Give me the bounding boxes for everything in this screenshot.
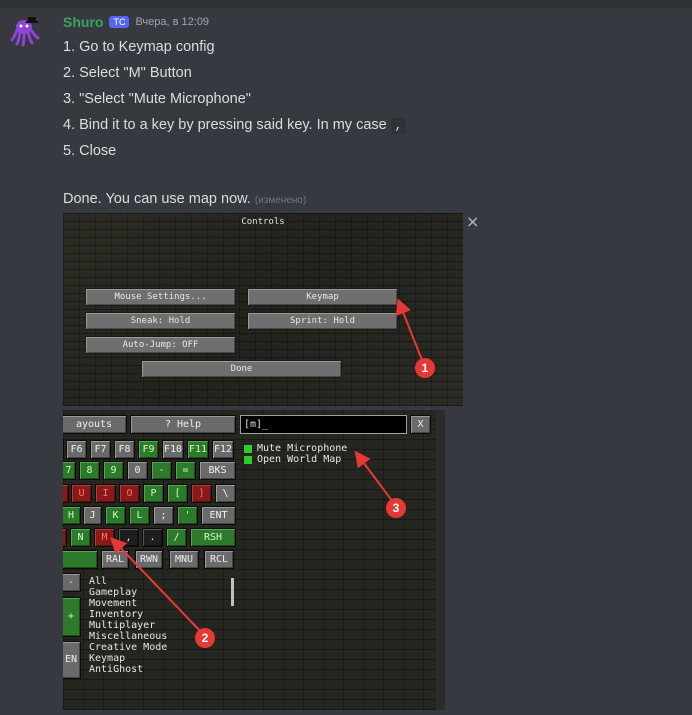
annotation-badge-2: 2 [195, 628, 215, 648]
category-antighost[interactable]: AntiGhost [89, 664, 143, 675]
key-left-bracket[interactable]: [ [167, 484, 188, 503]
key-n[interactable]: N [70, 528, 91, 547]
annotation-badge-1: 1 [415, 358, 435, 378]
key-m[interactable]: M [94, 528, 115, 547]
layouts-button[interactable]: ayouts [63, 415, 127, 434]
key-right-shift[interactable]: RSH [190, 528, 236, 547]
key-right-bracket[interactable]: ] [191, 484, 212, 503]
category-gameplay[interactable]: Gameplay [89, 587, 137, 598]
sprint-button[interactable]: Sprint: Hold [247, 312, 398, 330]
timestamp: Вчера, в 12:09 [135, 16, 210, 28]
result-open-world-map[interactable]: Open World Map [244, 454, 341, 465]
key-f6[interactable]: F6 [66, 440, 87, 459]
key-semicolon[interactable]: ; [153, 506, 174, 525]
search-close-button[interactable]: X [410, 415, 431, 434]
message-line-1: 1. Go to Keymap config [63, 39, 215, 55]
message-line-3: 3. "Select "Mute Microphone" [63, 91, 251, 107]
keymap-screenshot[interactable]: ayouts ? Help [m]_ X F6 F7 F8 F9 F10 F11… [63, 410, 445, 710]
key-9[interactable]: 9 [103, 461, 124, 480]
key-l[interactable]: L [129, 506, 150, 525]
key-right-win[interactable]: RWN [135, 550, 163, 569]
category-multiplayer[interactable]: Multiplayer [89, 620, 155, 631]
key-right-alt[interactable]: RAL [101, 550, 129, 569]
chat-message: Shuro TC Вчера, в 12:09 1. Go to Keymap … [0, 0, 692, 715]
message-line-4: 4. Bind it to a key by pressing said key… [63, 117, 406, 134]
username[interactable]: Shuro [63, 14, 103, 30]
key-j[interactable]: J [83, 506, 102, 525]
bound-indicator-icon [244, 455, 252, 464]
category-inventory[interactable]: Inventory [89, 609, 143, 620]
category-movement[interactable]: Movement [89, 598, 137, 609]
done-text: Done. You can use map now. [63, 191, 251, 207]
controls-title: Controls [241, 217, 285, 227]
message-line-5: 5. Close [63, 143, 117, 159]
key-f7[interactable]: F7 [90, 440, 111, 459]
key-f11[interactable]: F11 [187, 440, 209, 459]
sneak-button[interactable]: Sneak: Hold [85, 312, 236, 330]
avatar[interactable] [8, 14, 42, 48]
key-comma[interactable]: , [118, 528, 139, 547]
key-backslash[interactable]: \ [215, 484, 236, 503]
key-u[interactable]: U [71, 484, 92, 503]
key-o[interactable]: O [119, 484, 140, 503]
category-keymap[interactable]: Keymap [89, 653, 125, 664]
octopus-avatar-icon [8, 14, 42, 48]
key-right-ctrl[interactable]: RCL [204, 550, 234, 569]
help-button[interactable]: ? Help [130, 415, 236, 434]
search-input[interactable]: [m]_ [240, 415, 407, 434]
key-f12[interactable]: F12 [212, 440, 234, 459]
message-done-line: Done. You can use map now. (изменено) [63, 191, 306, 207]
annotation-badge-3: 3 [386, 498, 406, 518]
key-f9[interactable]: F9 [138, 440, 159, 459]
key-p[interactable]: P [143, 484, 164, 503]
category-scrollbar[interactable] [231, 578, 234, 606]
key-f5-partial[interactable] [63, 440, 64, 459]
user-tag-badge: TC [109, 16, 130, 28]
result-label: Mute Microphone [257, 443, 348, 454]
key-period[interactable]: . [142, 528, 163, 547]
key-b-partial[interactable] [63, 528, 67, 547]
message-line-2: 2. Select "M" Button [63, 65, 192, 81]
zoom-out-button[interactable]: - [63, 573, 81, 592]
key-minus[interactable]: - [151, 461, 172, 480]
key-8[interactable]: 8 [79, 461, 100, 480]
close-icon[interactable]: × [466, 214, 480, 230]
keymap-button[interactable]: Keymap [247, 288, 398, 306]
category-creative-mode[interactable]: Creative Mode [89, 642, 167, 653]
key-quote[interactable]: ' [177, 506, 198, 525]
key-backspace[interactable]: BKS [199, 461, 236, 480]
key-7[interactable]: 7 [63, 461, 76, 480]
key-slash[interactable]: / [166, 528, 187, 547]
auto-jump-button[interactable]: Auto-Jump: OFF [85, 336, 236, 354]
inline-code: , [390, 118, 406, 134]
key-enter[interactable]: ENT [201, 506, 236, 525]
key-f8[interactable]: F8 [114, 440, 135, 459]
key-i[interactable]: I [95, 484, 116, 503]
key-y-partial[interactable] [63, 484, 69, 503]
key-equals[interactable]: = [175, 461, 196, 480]
key-h[interactable]: H [63, 506, 81, 525]
key-f10[interactable]: F10 [162, 440, 184, 459]
bound-indicator-icon [244, 444, 252, 453]
done-button[interactable]: Done [141, 360, 342, 378]
key-menu[interactable]: MNU [169, 550, 199, 569]
zoom-in-button[interactable]: + [63, 597, 81, 637]
result-mute-microphone[interactable]: Mute Microphone [244, 443, 347, 454]
key-0[interactable]: 0 [127, 461, 148, 480]
controls-screenshot[interactable]: Controls Mouse Settings... Keymap Sneak:… [63, 213, 463, 406]
key-space-partial[interactable] [63, 550, 98, 569]
key-k[interactable]: K [105, 506, 126, 525]
category-miscellaneous[interactable]: Miscellaneous [89, 631, 167, 642]
result-label: Open World Map [257, 454, 342, 465]
category-all[interactable]: All [89, 576, 107, 587]
edited-label: (изменено) [254, 195, 307, 206]
screenshot-edge [436, 410, 445, 710]
message-header: Shuro TC Вчера, в 12:09 [63, 13, 209, 31]
language-button[interactable]: EN [63, 641, 81, 679]
mouse-settings-button[interactable]: Mouse Settings... [85, 288, 236, 306]
message-line-4-text: 4. Bind it to a key by pressing said key… [63, 117, 387, 133]
